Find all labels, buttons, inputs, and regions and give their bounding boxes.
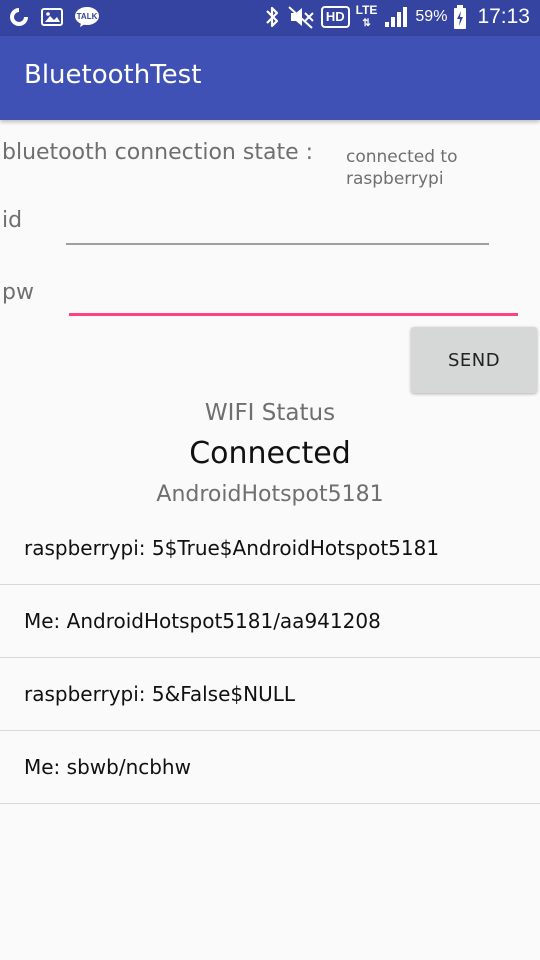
id-label: id <box>2 208 23 233</box>
kakaotalk-icon: TALK <box>75 7 99 27</box>
message-text: raspberrypi: 5$True$AndroidHotspot5181 <box>24 536 440 560</box>
swirl-app-icon <box>10 8 28 26</box>
bluetooth-icon <box>266 6 278 28</box>
message-text: Me: AndroidHotspot5181/aa941208 <box>24 609 381 633</box>
image-notification-icon <box>41 8 63 26</box>
battery-charging-icon <box>454 5 467 29</box>
battery-percentage: 59% <box>415 8 448 25</box>
connection-state-label: bluetooth connection state : <box>2 140 314 165</box>
pw-input[interactable] <box>69 276 518 316</box>
app-bar: BluetoothTest <box>0 36 540 120</box>
message-list[interactable]: raspberrypi: 5$True$AndroidHotspot5181 M… <box>0 512 540 804</box>
wifi-ssid: AndroidHotspot5181 <box>156 482 384 507</box>
mute-icon <box>288 6 314 29</box>
signal-strength-icon <box>385 7 408 27</box>
message-text: Me: sbwb/ncbhw <box>24 755 191 779</box>
lte-indicator: LTE ⇅ <box>355 3 378 29</box>
list-item[interactable]: raspberrypi: 5$True$AndroidHotspot5181 <box>0 512 540 585</box>
system-icons: HD LTE ⇅ 59% 17:13 <box>263 4 530 30</box>
status-bar: TALK HD LTE ⇅ 59% 17:13 <box>0 0 540 36</box>
pw-label: pw <box>2 280 34 305</box>
wifi-connection-state: Connected <box>189 436 351 471</box>
wifi-status-title: WIFI Status <box>204 400 336 426</box>
list-item[interactable]: Me: AndroidHotspot5181/aa941208 <box>0 585 540 658</box>
list-item[interactable]: raspberrypi: 5&False$NULL <box>0 658 540 731</box>
send-button[interactable]: SEND <box>411 327 537 393</box>
svg-text:TALK: TALK <box>77 12 98 21</box>
notification-icons: TALK <box>8 6 100 28</box>
app-title: BluetoothTest <box>24 60 202 90</box>
list-item[interactable]: Me: sbwb/ncbhw <box>0 731 540 804</box>
message-text: raspberrypi: 5&False$NULL <box>24 682 296 706</box>
connection-state-value: connected to raspberrypi <box>346 147 458 189</box>
clock: 17:13 <box>477 5 530 28</box>
id-input[interactable] <box>66 205 489 245</box>
hd-voice-badge: HD <box>320 6 350 28</box>
